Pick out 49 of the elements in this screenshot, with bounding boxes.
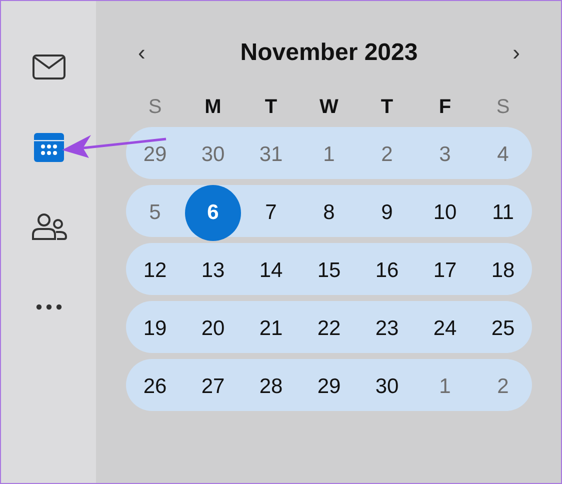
day-cell[interactable]: 23: [359, 301, 415, 357]
day-cell[interactable]: 6: [185, 185, 241, 241]
day-cell[interactable]: 5: [127, 185, 183, 241]
day-cell[interactable]: 31: [243, 127, 299, 183]
day-cell[interactable]: 25: [475, 301, 531, 357]
day-cell[interactable]: 8: [301, 185, 357, 241]
day-cell[interactable]: 3: [417, 127, 473, 183]
day-cell[interactable]: 7: [243, 185, 299, 241]
day-cell[interactable]: 19: [127, 301, 183, 357]
next-month-button[interactable]: ›: [500, 42, 532, 64]
day-cell[interactable]: 24: [417, 301, 473, 357]
weekday-label: T: [264, 96, 278, 118]
day-cell[interactable]: 1: [301, 127, 357, 183]
day-cell[interactable]: 21: [243, 301, 299, 357]
day-cell[interactable]: 28: [243, 359, 299, 415]
weekday-label: S: [148, 96, 162, 118]
day-cell[interactable]: 1: [417, 359, 473, 415]
day-cell[interactable]: 10: [417, 185, 473, 241]
day-cell[interactable]: 11: [475, 185, 531, 241]
day-cell[interactable]: 9: [359, 185, 415, 241]
day-cell[interactable]: 30: [359, 359, 415, 415]
day-cell[interactable]: 22: [301, 301, 357, 357]
day-cell[interactable]: 2: [475, 359, 531, 415]
day-cell[interactable]: 30: [185, 127, 241, 183]
day-cell[interactable]: 4: [475, 127, 531, 183]
day-cell[interactable]: 2: [359, 127, 415, 183]
day-cell[interactable]: 17: [417, 243, 473, 299]
day-cell[interactable]: 12: [127, 243, 183, 299]
day-cell[interactable]: 29: [127, 127, 183, 183]
mail-icon[interactable]: [32, 54, 66, 80]
day-cell[interactable]: 20: [185, 301, 241, 357]
weekday-label: F: [438, 96, 452, 118]
day-cell[interactable]: 15: [301, 243, 357, 299]
weekday-label: S: [496, 96, 510, 118]
day-cell[interactable]: 14: [243, 243, 299, 299]
people-icon[interactable]: [30, 213, 66, 241]
day-cell[interactable]: 26: [127, 359, 183, 415]
day-cell[interactable]: 29: [301, 359, 357, 415]
day-cell[interactable]: 13: [185, 243, 241, 299]
day-cell[interactable]: 27: [185, 359, 241, 415]
month-title: November 2023: [240, 39, 418, 67]
calendar-icon[interactable]: [34, 132, 64, 162]
day-cell[interactable]: 16: [359, 243, 415, 299]
previous-month-button[interactable]: ‹: [126, 42, 158, 64]
more-icon[interactable]: [36, 304, 62, 310]
day-cell[interactable]: 18: [475, 243, 531, 299]
weekday-label: T: [380, 96, 394, 118]
weekday-label: W: [320, 96, 338, 118]
weekday-label: M: [204, 96, 222, 118]
